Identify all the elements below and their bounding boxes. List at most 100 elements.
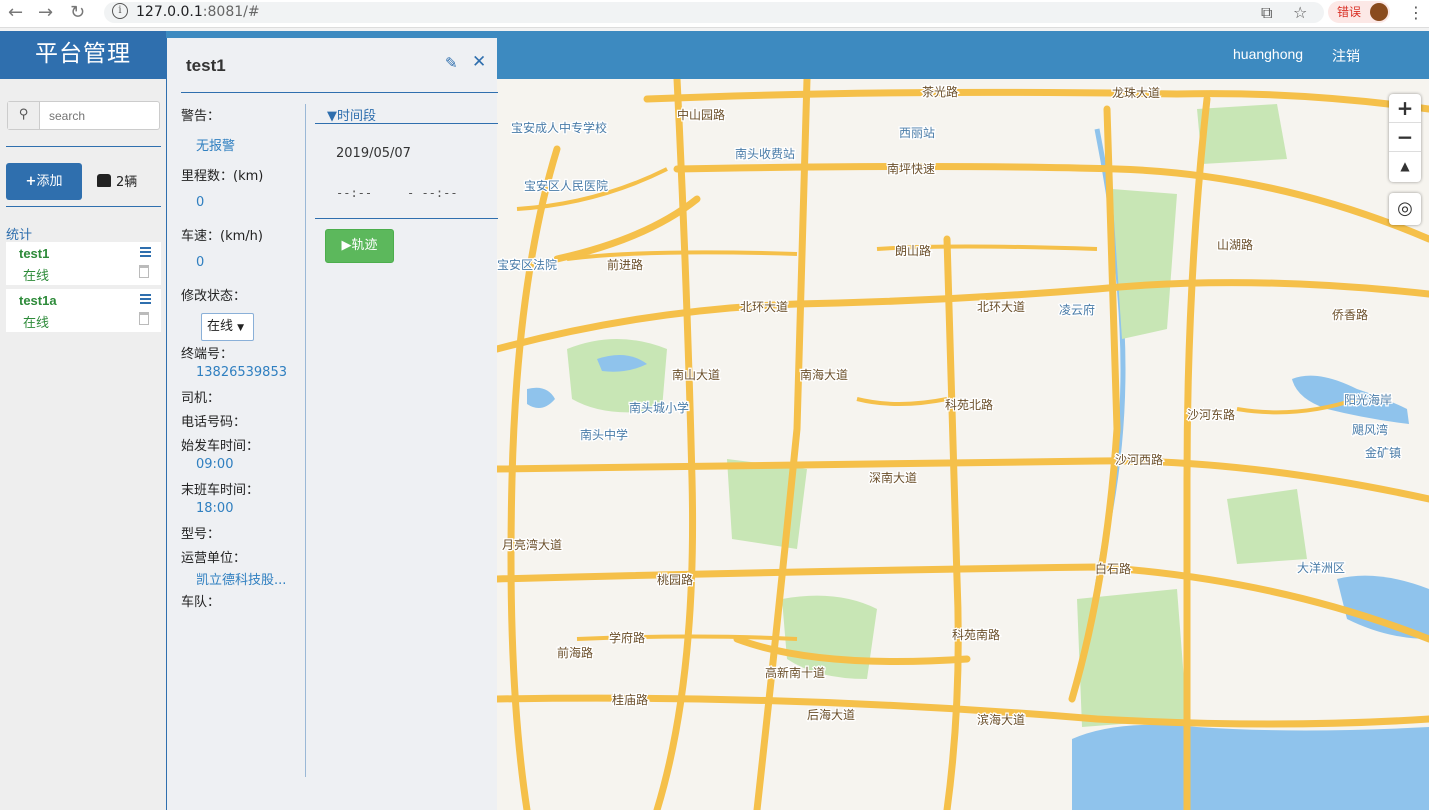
map-label: 高新南十道 — [765, 665, 825, 680]
fleet-label: 车队： — [181, 595, 221, 610]
edit-pencil-icon[interactable]: ✎ — [445, 54, 458, 72]
map-label: 宝安区人民医院 — [524, 178, 608, 193]
list-menu-icon[interactable] — [140, 294, 151, 304]
phone-label: 电话号码： — [181, 415, 247, 430]
modify-status-label: 修改状态： — [181, 289, 247, 304]
zoom-out-button[interactable]: − — [1389, 123, 1421, 152]
map-label: 南坪快速 — [887, 161, 935, 176]
logout-link[interactable]: 注销 — [1332, 46, 1360, 66]
map-label: 月亮湾大道 — [502, 537, 562, 552]
map-label: 桂庙路 — [612, 692, 648, 707]
search-input[interactable] — [41, 102, 159, 129]
panel-title: test1 — [186, 56, 226, 75]
start-time-input[interactable]: --:-- — [336, 186, 372, 200]
zoom-in-button[interactable]: + — [1389, 94, 1421, 123]
translate-icon[interactable]: ⧉ — [1261, 3, 1272, 23]
locate-icon[interactable]: ◎ — [1389, 193, 1421, 225]
trash-icon[interactable] — [139, 265, 149, 278]
vehicle-count: 2辆 — [97, 171, 137, 190]
end-time-input[interactable]: - --:-- — [407, 186, 458, 200]
forward-arrow-icon[interactable]: → — [38, 3, 53, 23]
vehicle-status: 在线 — [23, 316, 50, 331]
vehicle-status: 在线 — [23, 269, 50, 284]
vehicle-item-test1a[interactable]: test1a 在线 — [6, 289, 161, 332]
stats-link[interactable]: 统计 — [6, 224, 32, 243]
app-brand: 平台管理 — [0, 31, 166, 79]
map-label: 中山园路 — [677, 107, 725, 122]
browser-toolbar: ← → ↻ i 127.0.0.1:8081/# ⧉ ☆ 错误 ⋮ — [0, 0, 1429, 28]
bookmark-star-icon[interactable]: ☆ — [1293, 3, 1307, 22]
last-time-value: 18:00 — [196, 501, 234, 516]
map-background — [527, 104, 1429, 810]
map-label: 科苑北路 — [945, 397, 993, 412]
mileage-value: 0 — [196, 195, 205, 210]
list-menu-icon[interactable] — [140, 247, 151, 257]
map-label: 南海大道 — [800, 367, 848, 382]
kebab-menu-icon[interactable]: ⋮ — [1408, 3, 1424, 22]
speed-label: 车速：(km/h) — [181, 229, 263, 244]
vehicle-item-test1[interactable]: test1 在线 — [6, 242, 161, 285]
map-label: 南头收费站 — [735, 146, 795, 161]
add-vehicle-button[interactable]: +添加 — [6, 163, 82, 200]
map-label: 宝安区法院 — [497, 257, 557, 272]
bus-icon — [97, 174, 111, 187]
terminal-value: 13826539853 — [196, 365, 287, 380]
map-label: 大洋洲区 — [1297, 560, 1345, 575]
map-canvas[interactable]: 茶光路 龙珠大道 中山园路 宝安成人中专学校 西丽站 南头收费站 南坪快速 宝安… — [497, 79, 1429, 810]
track-button[interactable]: ▶轨迹 — [325, 229, 394, 263]
vehicle-sidebar: ⚲ +添加 2辆 统计 test1 在线 test1a 在线 — [0, 79, 166, 810]
back-arrow-icon[interactable]: ← — [8, 3, 23, 23]
divider — [6, 206, 161, 207]
site-info-icon[interactable]: i — [112, 3, 128, 19]
username-link[interactable]: huanghong — [1233, 46, 1303, 62]
map-label: 朗山路 — [895, 243, 931, 258]
date-value[interactable]: 2019/05/07 — [336, 146, 411, 161]
vehicle-name[interactable]: test1 — [19, 246, 49, 261]
map-label: 茶光路 — [922, 84, 958, 99]
address-bar[interactable]: i 127.0.0.1:8081/# — [104, 2, 1324, 23]
map-label: 龙珠大道 — [1112, 86, 1160, 100]
map-label: 侨香路 — [1332, 307, 1368, 322]
map-label: 前进路 — [607, 257, 643, 272]
divider — [315, 218, 498, 219]
map-label: 后海大道 — [807, 707, 855, 722]
map-label: 深南大道 — [869, 470, 917, 485]
map-label: 阳光海岸 — [1344, 392, 1392, 407]
divider — [305, 104, 306, 777]
filter-icon: ▼ — [327, 109, 337, 124]
map-label: 白石路 — [1095, 561, 1131, 576]
divider — [6, 146, 161, 147]
status-select[interactable]: 在线 ▼ — [201, 313, 254, 341]
profile-error-button[interactable]: 错误 — [1328, 1, 1390, 23]
company-label: 运营单位： — [181, 551, 247, 566]
map-label: 学府路 — [609, 630, 645, 645]
map-label: 科苑南路 — [952, 627, 1000, 642]
map-label: 西丽站 — [899, 126, 935, 140]
avatar — [1370, 3, 1388, 21]
alarm-label: 警告： — [181, 109, 221, 124]
close-icon[interactable]: ✕ — [472, 52, 486, 72]
map-label: 南山大道 — [672, 367, 720, 382]
reload-icon[interactable]: ↻ — [70, 3, 85, 23]
last-time-label: 末班车时间： — [181, 483, 260, 498]
first-time-label: 始发车时间： — [181, 439, 260, 454]
play-icon: ▶ — [341, 238, 352, 253]
search-box: ⚲ — [7, 101, 160, 130]
map-label: 前海路 — [557, 645, 593, 660]
driver-label: 司机： — [181, 391, 221, 406]
compass-icon[interactable]: ▲ — [1389, 152, 1421, 181]
divider — [315, 123, 498, 124]
first-time-value: 09:00 — [196, 457, 234, 472]
time-period-header[interactable]: ▼时间段 — [327, 105, 376, 124]
map-label: 沙河东路 — [1187, 407, 1235, 422]
map-label: 飓风湾 — [1352, 422, 1388, 437]
map-label: 桃园路 — [657, 572, 693, 587]
search-icon[interactable]: ⚲ — [8, 102, 40, 129]
company-value: 凯立德科技股... — [196, 573, 287, 588]
vehicle-name[interactable]: test1a — [19, 293, 57, 308]
map-labels: 茶光路 龙珠大道 中山园路 宝安成人中专学校 西丽站 南头收费站 南坪快速 宝安… — [497, 83, 1402, 729]
trash-icon[interactable] — [139, 312, 149, 325]
url-text: 127.0.0.1:8081/# — [136, 4, 260, 20]
map-label: 山湖路 — [1217, 237, 1253, 252]
map-view[interactable]: 茶光路 龙珠大道 中山园路 宝安成人中专学校 西丽站 南头收费站 南坪快速 宝安… — [497, 79, 1429, 810]
